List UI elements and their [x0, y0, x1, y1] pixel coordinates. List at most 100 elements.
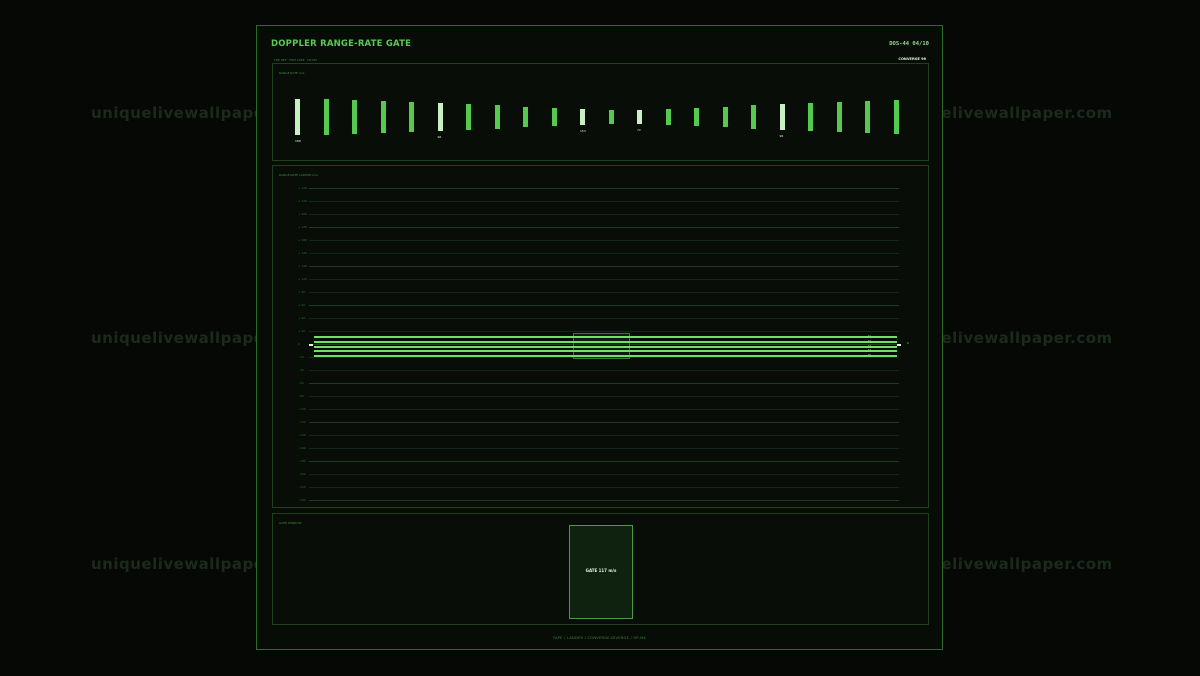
ladder-tick-label: - 40	[298, 368, 304, 372]
ladder-gridline	[309, 214, 899, 215]
ladder-trace-tag: T5	[868, 354, 872, 358]
ladder-left-marker	[309, 344, 313, 346]
range-rate-bar	[523, 106, 528, 128]
ladder-gridline	[309, 461, 899, 462]
footer-caption: TAPE / LADDER / CONVERGE-DIVERGE / HP-M4	[552, 636, 647, 640]
ladder-trace	[314, 340, 897, 343]
page-title: DOPPLER RANGE-RATE GATE	[271, 39, 412, 49]
range-rate-bar	[551, 107, 557, 127]
ladder-tick-label: - 240	[298, 498, 306, 502]
range-rate-bar-tag: 153	[580, 129, 586, 134]
ladder-gridline	[309, 279, 899, 280]
range-rate-bar	[836, 102, 842, 132]
ladder-gridline	[309, 227, 899, 228]
ladder-gridline	[309, 409, 899, 410]
range-rate-bar	[808, 103, 813, 131]
gate-panel: GATE WINDOW GATE 117 m/s	[272, 513, 929, 625]
ladder-tick-label: + 60	[298, 303, 306, 307]
ladder-gridline	[309, 266, 899, 267]
gate-panel-label: GATE WINDOW	[279, 521, 302, 525]
range-rate-panel: RANGE RATE m/s 188 96 153 72 96	[272, 63, 929, 161]
ladder-tick-label: - 220	[298, 485, 306, 489]
ladder-tick-label: - 80	[298, 394, 304, 398]
ladder-tick-label: - 200	[298, 472, 306, 476]
range-rate-bar	[580, 108, 585, 126]
range-rate-bar	[665, 108, 671, 126]
ladder-tick-label: + 120	[298, 264, 308, 268]
range-rate-bar-tag: 188	[295, 139, 301, 143]
ladder-trace	[314, 350, 897, 353]
range-rate-bar	[865, 101, 870, 133]
ladder-tick-label: - 100	[298, 407, 306, 411]
ladder-gridline	[309, 201, 899, 202]
ladder-gridline	[309, 435, 899, 436]
ladder-gridline	[309, 331, 899, 332]
ladder-tick-label: - 160	[298, 446, 306, 450]
range-rate-bar	[352, 100, 357, 134]
hud-frame: DOPPLER RANGE-RATE GATE DOS-44 04/10 TRK…	[256, 25, 943, 650]
range-rate-ladder-panel: RANGE-RATE LADDER m/s + 240 + 220 + 200 + 1…	[272, 165, 929, 508]
ladder-tick-label: + 180	[298, 225, 308, 229]
ladder-tick-label: - 180	[298, 459, 306, 463]
ladder-trace	[314, 345, 897, 348]
ladder-trace	[314, 355, 897, 358]
ladder-tick-label: + 200	[298, 212, 308, 216]
ladder-tick-label: + 40	[298, 316, 306, 320]
ladder-gridline	[309, 383, 899, 384]
ladder-trace-tag: T3	[868, 344, 872, 348]
ladder-tick-label: + 80	[298, 290, 306, 294]
ladder-trace	[314, 336, 897, 338]
gate-box[interactable]: GATE 117 m/s	[569, 525, 633, 619]
range-rate-bar	[380, 101, 386, 133]
range-rate-bar	[409, 102, 414, 132]
ladder-gridline	[309, 396, 899, 397]
range-rate-bar	[295, 99, 300, 135]
ladder-gridline	[309, 240, 899, 241]
range-rate-bar	[893, 100, 899, 134]
ladder-trace-tag: T1	[868, 335, 872, 338]
ladder-gridline	[309, 292, 899, 293]
ladder-end-marker: 0	[907, 342, 909, 345]
ladder-gridline	[309, 448, 899, 449]
range-rate-bar	[608, 109, 614, 125]
range-rate-bar	[779, 104, 785, 130]
ladder-tick-label: - 140	[298, 433, 306, 437]
ladder-tick-label: + 140	[298, 251, 308, 255]
page-counter: DOS-44 04/10	[889, 41, 929, 47]
gate-value-label: GATE 117 m/s	[585, 568, 617, 573]
ladder-right-marker	[897, 344, 901, 346]
ladder-tick-label: - 120	[298, 420, 306, 424]
range-rate-bar-tag: 96	[437, 134, 442, 139]
ladder-gridline	[309, 500, 899, 501]
range-rate-bar	[694, 107, 699, 127]
ladder-gridline	[309, 487, 899, 488]
header-subline: TRK REF · FRM 1083 · HP-M4	[274, 58, 317, 62]
range-rate-bar	[466, 104, 471, 130]
ladder-gridline	[309, 305, 899, 306]
ladder-tick-label: + 20	[298, 329, 306, 333]
range-rate-bar	[437, 103, 443, 131]
range-rate-bar	[751, 105, 756, 129]
ladder-gridline	[309, 188, 899, 189]
mode-label: CONVERGE 96	[898, 57, 926, 61]
ladder-tick-label: 0	[298, 342, 300, 346]
ladder-trace-tag: T4	[868, 349, 872, 353]
ladder-gridline	[309, 474, 899, 475]
ladder-gridline	[309, 422, 899, 423]
ladder-tick-label: - 20	[298, 355, 304, 359]
range-rate-bar	[494, 105, 500, 129]
ladder-tick-label: + 220	[298, 199, 308, 203]
range-rate-bar-tag: 72	[637, 128, 641, 133]
ladder-tick-label: + 240	[298, 186, 308, 190]
ladder-tick-label: + 100	[298, 277, 308, 281]
ladder-tick-label: + 160	[298, 238, 308, 242]
range-rate-panel-label: RANGE RATE m/s	[279, 71, 305, 75]
ladder-gridline	[309, 253, 899, 254]
ladder-gridline	[309, 318, 899, 319]
range-rate-bar	[722, 106, 728, 128]
range-rate-bar	[323, 99, 329, 135]
range-rate-bar	[637, 109, 642, 125]
ladder-tick-label: - 60	[298, 381, 304, 385]
ladder-panel-label: RANGE-RATE LADDER m/s	[279, 173, 318, 177]
ladder-gridline	[309, 370, 899, 371]
